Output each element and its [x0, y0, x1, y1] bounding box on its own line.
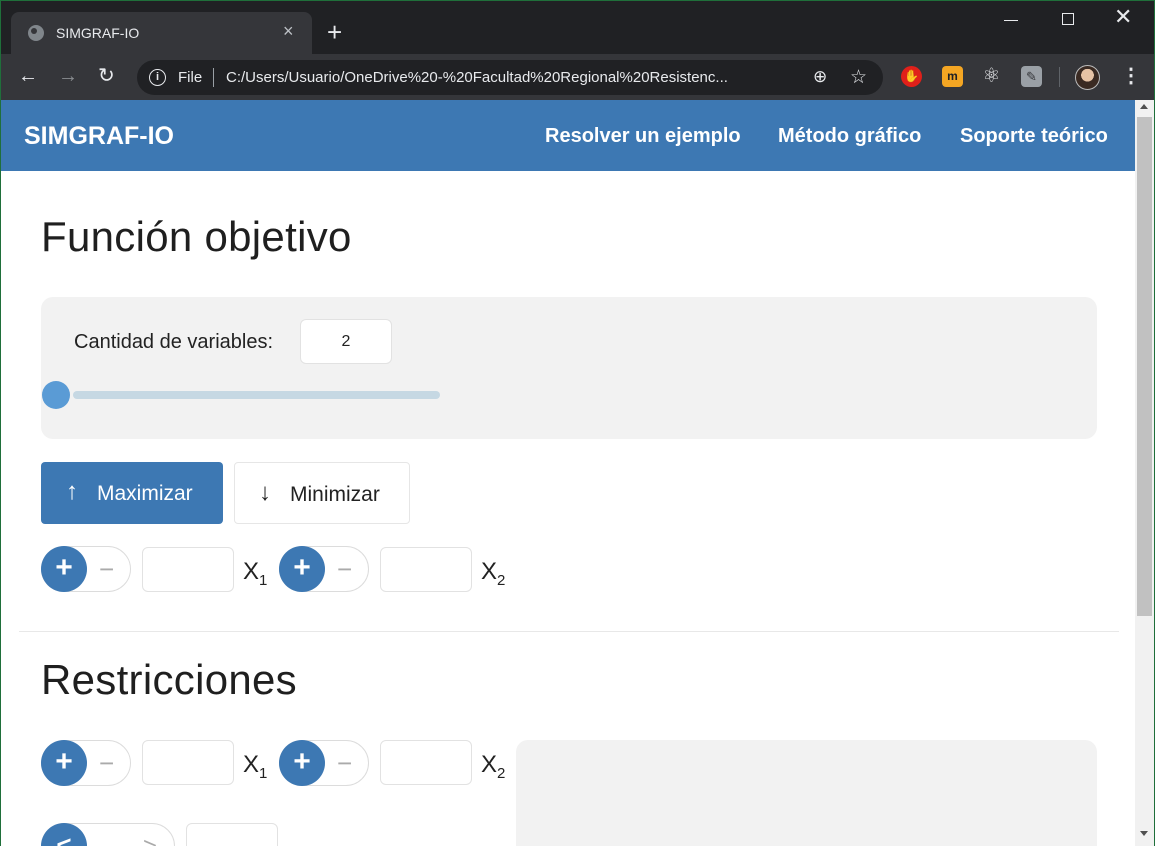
browser-toolbar: ← → ↻ i File C:/Users/Usuario/OneDrive%2…	[1, 54, 1154, 100]
react-devtools-icon[interactable]: ⚛	[981, 66, 1002, 87]
objective-title: Función objetivo	[41, 213, 352, 260]
plus-icon[interactable]: +	[41, 740, 87, 786]
minimize-window-button[interactable]	[1004, 20, 1018, 21]
constraint-term-2-sign-toggle[interactable]: + −	[279, 740, 369, 786]
maximize-window-button[interactable]	[1062, 13, 1074, 25]
objective-term-1-coef-input[interactable]	[142, 547, 234, 592]
arrow-up-icon: ↑	[66, 478, 78, 505]
plus-icon[interactable]: +	[279, 546, 325, 592]
objective-term-1-variable: X1	[243, 558, 268, 589]
nav-link-metodo-grafico[interactable]: Método gráfico	[778, 125, 921, 148]
greater-than-option[interactable]: >	[143, 833, 157, 846]
minimize-label: Minimizar	[290, 483, 380, 506]
objective-term-2-coef-input[interactable]	[380, 547, 472, 592]
star-icon[interactable]: ☆	[850, 66, 867, 89]
variables-slider-thumb[interactable]	[42, 381, 70, 409]
new-tab-button[interactable]: +	[327, 19, 342, 45]
scroll-thumb[interactable]	[1137, 117, 1152, 616]
adblock-icon[interactable]: ✋	[901, 66, 922, 87]
minus-icon[interactable]: −	[337, 556, 352, 582]
plus-icon[interactable]: +	[279, 740, 325, 786]
graph-panel	[516, 740, 1097, 846]
nav-link-soporte-teorico[interactable]: Soporte teórico	[960, 125, 1108, 148]
scroll-down-arrow[interactable]	[1140, 831, 1148, 836]
variables-label: Cantidad de variables:	[74, 331, 274, 353]
constraint-term-1-coef-input[interactable]	[142, 740, 234, 785]
address-bar[interactable]: i File C:/Users/Usuario/OneDrive%20-%20F…	[137, 60, 883, 95]
tab-strip: SIMGRAF-IO × + ✕	[1, 1, 1154, 54]
back-icon[interactable]: ←	[18, 64, 38, 88]
objective-term-2-variable: X2	[481, 558, 506, 589]
plus-icon[interactable]: +	[41, 546, 87, 592]
page-viewport: SIMGRAF-IO Resolver un ejemplo Método gr…	[1, 100, 1154, 846]
menu-icon[interactable]: ⋮	[1121, 64, 1141, 88]
globe-icon	[28, 25, 44, 41]
objective-term-2-sign-toggle[interactable]: + −	[279, 546, 369, 592]
constraint-term-2-coef-input[interactable]	[380, 740, 472, 785]
scroll-up-arrow[interactable]	[1140, 104, 1148, 109]
variables-input[interactable]: 2	[300, 319, 392, 364]
scheme-label: File	[178, 69, 203, 86]
minus-icon[interactable]: −	[337, 750, 352, 776]
page-scrollbar[interactable]	[1135, 100, 1154, 846]
constraint-term-1-sign-toggle[interactable]: + −	[41, 740, 131, 786]
reload-icon[interactable]: ↻	[98, 64, 115, 88]
minus-icon[interactable]: −	[99, 556, 114, 582]
url-text[interactable]: C:/Users/Usuario/OneDrive%20-%20Facultad…	[226, 69, 728, 86]
toolbar-separator	[1059, 67, 1060, 87]
minimize-button[interactable]: ↓ Minimizar	[234, 462, 410, 524]
site-navbar: SIMGRAF-IO Resolver un ejemplo Método gr…	[1, 100, 1135, 171]
objective-term-1-sign-toggle[interactable]: + −	[41, 546, 131, 592]
profile-avatar[interactable]	[1075, 65, 1100, 90]
maximize-label: Maximizar	[97, 482, 193, 505]
variables-slider-track[interactable]	[73, 391, 440, 399]
browser-tab[interactable]: SIMGRAF-IO ×	[11, 12, 312, 54]
extension-m-icon[interactable]: m	[942, 66, 963, 87]
zoom-icon[interactable]: ⊕	[813, 67, 827, 87]
less-than-option[interactable]: <	[41, 823, 87, 846]
pin-extension-icon[interactable]: ✎	[1021, 66, 1042, 87]
section-divider	[19, 631, 1119, 632]
forward-icon[interactable]: →	[58, 64, 78, 88]
constraint-term-1-variable: X1	[243, 751, 268, 782]
constraint-rhs-input[interactable]	[186, 823, 278, 846]
address-separator	[213, 68, 214, 87]
arrow-down-icon: ↓	[259, 479, 271, 506]
close-icon[interactable]: ×	[283, 21, 294, 41]
constraint-term-2-variable: X2	[481, 751, 506, 782]
brand-logo[interactable]: SIMGRAF-IO	[24, 122, 174, 151]
tab-title: SIMGRAF-IO	[56, 25, 140, 41]
constraint-relation-toggle[interactable]: < >	[41, 823, 175, 846]
maximize-button[interactable]: ↑ Maximizar	[41, 462, 223, 524]
minus-icon[interactable]: −	[99, 750, 114, 776]
variables-panel: Cantidad de variables: 2	[41, 297, 1097, 439]
close-window-button[interactable]: ✕	[1114, 6, 1132, 28]
nav-link-resolver[interactable]: Resolver un ejemplo	[545, 125, 741, 148]
info-icon[interactable]: i	[149, 69, 166, 86]
browser-window: SIMGRAF-IO × + ✕ ← → ↻ i File C:/Users/U…	[1, 1, 1154, 846]
constraints-title: Restricciones	[41, 656, 297, 703]
